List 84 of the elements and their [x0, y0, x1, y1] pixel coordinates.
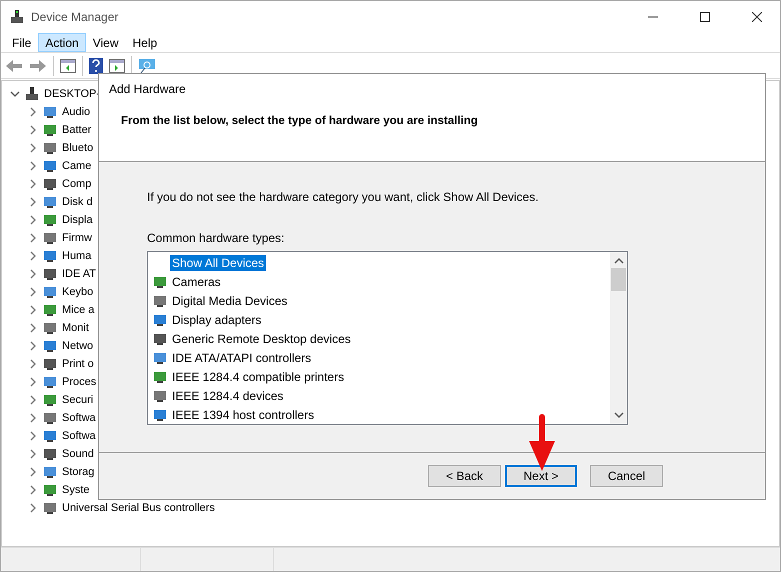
device-icon [42, 482, 58, 498]
dialog-button[interactable]: Next > [505, 465, 577, 487]
tree-item[interactable]: Softwa [62, 412, 96, 424]
scroll-down-icon[interactable] [614, 410, 624, 420]
back-icon[interactable] [5, 58, 23, 72]
dialog-title: Add Hardware [109, 82, 187, 96]
tree-item[interactable]: Batter [62, 124, 92, 136]
tree-item[interactable]: Firmw [62, 232, 92, 244]
list-label: Common hardware types: [147, 231, 286, 245]
tree-item[interactable]: Print o [62, 358, 94, 370]
menu-item[interactable]: View [86, 33, 126, 52]
list-item[interactable]: IDE ATA/ATAPI controllers [170, 350, 314, 366]
tree-item[interactable]: IDE AT [62, 268, 96, 280]
tree-item[interactable]: Storag [62, 466, 94, 478]
device-icon [42, 248, 58, 264]
device-icon [42, 338, 58, 354]
dialog-button[interactable]: Cancel [590, 465, 663, 487]
tree-item[interactable]: Disk d [62, 196, 93, 208]
device-icon [42, 446, 58, 462]
device-icon [42, 428, 58, 444]
maximize-icon [700, 12, 710, 22]
forward-icon[interactable] [29, 58, 47, 72]
list-item[interactable]: Cameras [170, 274, 223, 290]
close-icon [752, 12, 762, 22]
tree-item[interactable]: Securi [62, 394, 94, 406]
scroll-thumb[interactable] [611, 268, 626, 291]
tree-item[interactable]: Huma [62, 250, 92, 262]
list-item[interactable]: IEEE 1284.4 devices [170, 388, 286, 404]
list-item[interactable]: Generic Remote Desktop devices [170, 330, 353, 346]
scroll-up-icon[interactable] [614, 256, 624, 266]
menu-item[interactable]: Help [126, 33, 164, 52]
menu-item[interactable]: File [5, 33, 38, 52]
tree-item[interactable]: Monit [62, 322, 89, 334]
tree-item[interactable]: Softwa [62, 430, 96, 442]
computer-icon [9, 9, 25, 25]
device-icon [42, 194, 58, 210]
tree-item[interactable]: Universal Serial Bus controllers [62, 502, 215, 514]
device-icon [42, 122, 58, 138]
device-icon [42, 266, 58, 282]
device-icon [42, 356, 58, 372]
tree-item[interactable]: Keybo [62, 286, 94, 298]
dialog-heading: From the list below, select the type of hardware you are installing [120, 115, 479, 127]
update-driver-icon[interactable] [109, 58, 125, 72]
device-icon [42, 410, 58, 426]
tree-item[interactable]: Blueto [62, 142, 94, 154]
device-icon [42, 176, 58, 192]
instruction-text: If you do not see the hardware category you want, click Show All Devices. [147, 190, 540, 204]
list-item[interactable]: Show All Devices [170, 254, 266, 270]
device-icon [42, 464, 58, 480]
down-arrow-icon [528, 413, 556, 473]
tree-item[interactable]: Netwo [62, 340, 94, 352]
hardware-type-list[interactable]: Show All Devices Cameras Digital Media Devices Display adapters Generic Remote Desktop devices IDE ATA/ATAPI controllers IEEE 1284.4 compatible printers IEEE 1284.4 devices IEEE 1394 host controllers [147, 251, 628, 425]
help-icon[interactable] [89, 58, 103, 74]
tree-item[interactable]: Proces [62, 376, 96, 388]
tree-item[interactable]: Audio [62, 106, 90, 118]
device-icon [42, 320, 58, 336]
device-icon [42, 158, 58, 174]
dialog-button[interactable]: < Back [428, 465, 501, 487]
device-icon [42, 104, 58, 120]
menu-item[interactable]: Action [38, 33, 86, 52]
device-icon [42, 500, 58, 516]
computer-icon [24, 86, 40, 102]
scrollbar[interactable] [610, 252, 627, 424]
tree-item[interactable]: Syste [62, 484, 90, 496]
tree-item[interactable]: Comp [62, 178, 92, 190]
device-icon [42, 374, 58, 390]
device-icon [42, 212, 58, 228]
list-item[interactable]: IEEE 1394 host controllers [170, 406, 316, 422]
device-icon [42, 140, 58, 156]
tree-item[interactable]: Mice a [62, 304, 94, 316]
device-icon [42, 392, 58, 408]
device-icon [42, 230, 58, 246]
tree-item[interactable]: Came [62, 160, 92, 172]
list-item[interactable]: Display adapters [170, 312, 264, 328]
list-item[interactable]: Digital Media Devices [170, 292, 290, 308]
tree-item[interactable]: DESKTOP- [44, 88, 100, 100]
tree-item[interactable]: Sound [62, 448, 94, 460]
device-icon [42, 284, 58, 300]
device-icon [42, 302, 58, 318]
list-item[interactable]: IEEE 1284.4 compatible printers [170, 368, 346, 384]
properties-icon[interactable] [60, 58, 76, 72]
window-title: Device Manager [31, 10, 120, 24]
tree-item[interactable]: Displa [62, 214, 93, 226]
monitor-search-icon[interactable] [138, 58, 156, 74]
